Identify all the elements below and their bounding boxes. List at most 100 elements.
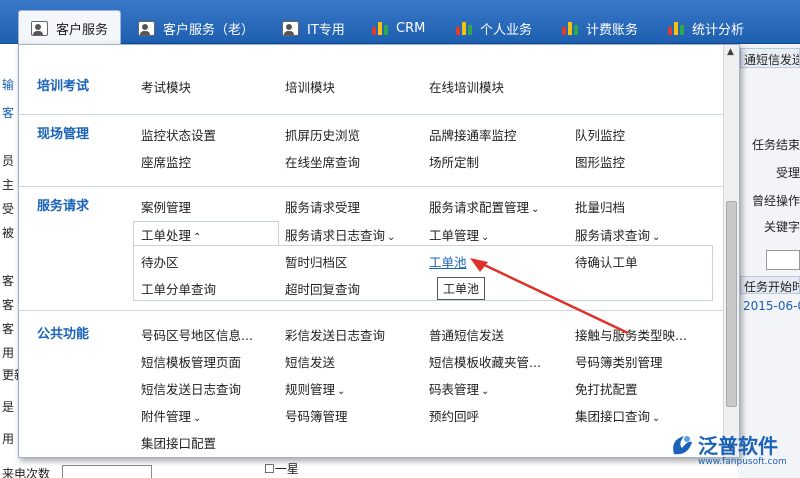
submenu-item-timeout-reply-query[interactable]: 超时回复查询 — [285, 279, 360, 298]
top-navigation-bar: 客户服务 客户服务（老） IT专用 CRM 个人业务 计费账务 统计分析 — [0, 0, 800, 46]
bg-left-text: 受 — [2, 202, 15, 216]
menu-item-monitor-status[interactable]: 监控状态设置 — [141, 125, 216, 144]
menu-item-service-request-accept[interactable]: 服务请求受理 — [285, 197, 360, 216]
menu-item-sms-send-normal[interactable]: 普通短信发送 — [429, 325, 504, 344]
menu-item-training-module[interactable]: 培训模块 — [285, 77, 335, 96]
submenu-item-temp-archive[interactable]: 暂时归档区 — [285, 252, 348, 271]
accept-label: 受理 — [776, 166, 800, 180]
task-start-value: 2015-06-01 1 — [743, 299, 800, 313]
bg-left-text: 员 — [2, 154, 15, 168]
menu-item-group-interface-query[interactable]: 集团接口查询 ⌄ — [575, 406, 660, 425]
menu-item-sms-template-favorites[interactable]: 短信模板收藏夹管... — [429, 352, 541, 371]
bg-left-text: 是 — [2, 400, 15, 414]
tab-statistics[interactable]: 统计分析 — [668, 12, 744, 44]
tab-personal-business[interactable]: 个人业务 — [456, 12, 532, 44]
logo-url: www.fanpusoft.com — [698, 457, 787, 467]
chevron-up-icon: ⌃ — [193, 232, 202, 243]
menu-item-seat-monitor[interactable]: 座席监控 — [141, 152, 191, 171]
menu-item-sms-send-log[interactable]: 短信发送日志查询 — [141, 379, 241, 398]
chevron-down-icon: ⌄ — [193, 413, 202, 424]
tab-billing[interactable]: 计费账务 — [562, 12, 638, 44]
operated-label: 曾经操作 — [752, 194, 800, 208]
sms-notice-tab[interactable]: 通短信发送 — [740, 48, 800, 68]
menu-item-contact-service-mapping[interactable]: 接触与服务类型映... — [575, 325, 687, 344]
chevron-down-icon: ⌄ — [481, 386, 490, 397]
tree-checkbox-item[interactable]: ☐一星 — [264, 460, 299, 477]
menu-item-service-request-log[interactable]: 服务请求日志查询 ⌄ — [285, 225, 395, 244]
submenu-item-ticket-split-query[interactable]: 工单分单查询 — [141, 279, 216, 298]
bar-chart-icon — [372, 21, 388, 35]
call-count-label: 来电次数 — [2, 467, 51, 478]
chevron-down-icon: ⌄ — [652, 232, 661, 243]
menu-item-sms-template-page[interactable]: 短信模板管理页面 — [141, 352, 241, 371]
person-icon — [138, 20, 155, 36]
menu-item-mms-log-query[interactable]: 彩信发送日志查询 — [285, 325, 385, 344]
tab-customer-service-old[interactable]: 客户服务（老） — [138, 12, 254, 44]
section-title: 培训考试 — [37, 79, 90, 94]
bg-left-text: 被 — [2, 226, 15, 240]
menu-item-case-management[interactable]: 案例管理 — [141, 197, 191, 216]
menu-item-screenshot-history[interactable]: 抓屏历史浏览 — [285, 125, 360, 144]
chevron-down-icon: ⌄ — [387, 232, 396, 243]
section-site-management: 现场管理 监控状态设置 抓屏历史浏览 品牌接通率监控 队列监控 座席监控 在线坐… — [19, 115, 723, 187]
bg-left-text: 客 — [2, 322, 15, 336]
section-title: 服务请求 — [37, 199, 90, 214]
logo-text: 泛普软件 — [698, 434, 778, 458]
section-public-functions: 公共功能 号码区号地区信息... 彩信发送日志查询 普通短信发送 接触与服务类型… — [19, 311, 723, 459]
customer-service-dropdown-menu: 培训考试 考试模块 培训模块 在线培训模块 现场管理 监控状态设置 抓屏历史浏览… — [18, 44, 740, 458]
menu-item-ticket-management[interactable]: 工单管理 ⌄ — [429, 225, 489, 244]
menu-item-exam-module[interactable]: 考试模块 — [141, 77, 191, 96]
chevron-down-icon: ⌄ — [481, 232, 490, 243]
section-title: 公共功能 — [37, 327, 90, 342]
task-end-label: 任务结束 — [752, 138, 800, 152]
logo: 泛普软件 www.fanpusoft.com — [668, 430, 800, 478]
menu-item-batch-archive[interactable]: 批量归档 — [575, 197, 625, 216]
call-count-input[interactable] — [62, 465, 152, 478]
submenu-item-todo[interactable]: 待办区 — [141, 252, 179, 271]
submenu-item-ticket-pool[interactable]: 工单池 — [429, 252, 467, 271]
bar-chart-icon — [562, 21, 578, 35]
menu-item-phonebook-category[interactable]: 号码簿类别管理 — [575, 352, 663, 371]
scrollbar-thumb[interactable] — [726, 201, 737, 407]
bg-left-text: 输 — [2, 78, 15, 92]
menu-item-code-table[interactable]: 码表管理 ⌄ — [429, 379, 489, 398]
menu-item-queue-monitor[interactable]: 队列监控 — [575, 125, 625, 144]
menu-item-attachment-management[interactable]: 附件管理 ⌄ — [141, 406, 201, 425]
bar-chart-icon — [456, 21, 472, 35]
tab-it[interactable]: IT专用 — [282, 12, 345, 44]
section-training-exam: 培训考试 考试模块 培训模块 在线培训模块 — [19, 45, 723, 115]
tab-crm[interactable]: CRM — [372, 12, 425, 44]
menu-item-service-request-query[interactable]: 服务请求查询 ⌄ — [575, 225, 660, 244]
scroll-up-icon[interactable]: ▲ — [727, 47, 734, 57]
bar-chart-icon — [668, 21, 684, 35]
menu-item-number-area-info[interactable]: 号码区号地区信息... — [141, 325, 253, 344]
menu-item-venue-custom[interactable]: 场所定制 — [429, 152, 479, 171]
submenu-item-pending-confirm[interactable]: 待确认工单 — [575, 252, 638, 271]
menu-item-brand-connect-monitor[interactable]: 品牌接通率监控 — [429, 125, 517, 144]
menu-item-rule-management[interactable]: 规则管理 ⌄ — [285, 379, 345, 398]
bg-left-text: 用 — [2, 346, 15, 360]
bg-left-text: 客 — [2, 298, 15, 312]
task-start-column-header: 任务开始时 — [740, 276, 800, 294]
menu-item-sms-send[interactable]: 短信发送 — [285, 352, 335, 371]
menu-item-service-request-config[interactable]: 服务请求配置管理 ⌄ — [429, 197, 539, 216]
menu-item-graphic-monitor[interactable]: 图形监控 — [575, 152, 625, 171]
bg-left-text: 用 — [2, 432, 15, 446]
menu-item-phonebook-management[interactable]: 号码簿管理 — [285, 406, 348, 425]
menu-item-do-not-disturb[interactable]: 免打扰配置 — [575, 379, 638, 398]
menu-item-scheduled-callback[interactable]: 预约回呼 — [429, 406, 479, 425]
person-icon — [31, 21, 48, 36]
chevron-down-icon: ⌄ — [531, 204, 540, 215]
menu-item-group-interface-config[interactable]: 集团接口配置 — [141, 433, 216, 452]
menu-item-ticket-processing[interactable]: 工单处理 ⌃ — [141, 225, 201, 244]
chevron-down-icon: ⌄ — [337, 386, 346, 397]
filter-box[interactable] — [766, 250, 800, 270]
logo-icon — [673, 436, 692, 455]
bg-left-text: 客 — [2, 106, 15, 120]
tooltip: 工单池 — [437, 277, 486, 300]
menu-item-online-training[interactable]: 在线培训模块 — [429, 77, 504, 96]
menu-item-online-seat-query[interactable]: 在线坐席查询 — [285, 152, 360, 171]
chevron-down-icon: ⌄ — [652, 413, 661, 424]
menu-scrollbar[interactable]: ▲ ▼ — [723, 45, 739, 457]
tab-customer-service[interactable]: 客户服务 — [18, 10, 122, 46]
